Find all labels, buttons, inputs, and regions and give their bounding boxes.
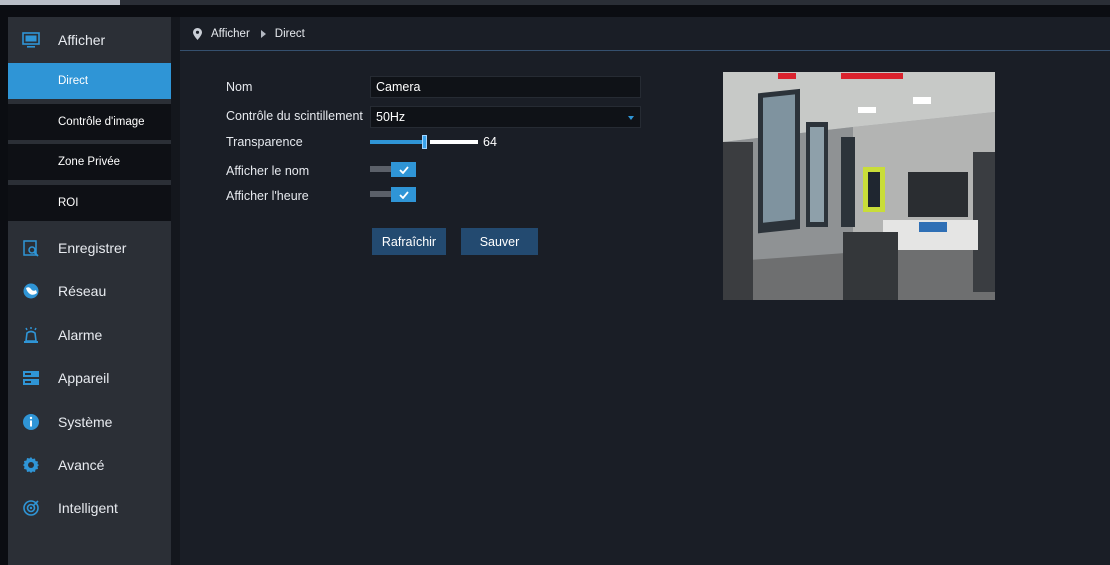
checkmark-icon xyxy=(398,190,409,199)
dropdown-caret-icon xyxy=(628,116,634,120)
show-time-toggle[interactable] xyxy=(370,187,416,202)
slider-track xyxy=(430,140,478,144)
transparency-value: 64 xyxy=(483,135,497,149)
toggle-knob xyxy=(391,187,416,202)
alarm-siren-icon xyxy=(22,326,40,344)
record-search-icon xyxy=(22,239,40,257)
sidebar-subitem-label: Direct xyxy=(58,75,89,87)
main-panel: Afficher Direct Nom Contrôle du scintill… xyxy=(180,17,1110,565)
gear-icon xyxy=(22,456,40,474)
breadcrumb-arrow-icon xyxy=(260,29,266,38)
top-strip-highlight xyxy=(0,0,120,5)
sidebar-item-label: Afficher xyxy=(58,32,106,48)
sidebar-item-label: Alarme xyxy=(58,327,103,343)
sidebar-item-label: Avancé xyxy=(58,457,105,473)
breadcrumb-current: Direct xyxy=(274,27,305,40)
storage-device-icon xyxy=(22,369,40,387)
save-button[interactable]: Sauver xyxy=(461,228,538,255)
flicker-select[interactable]: 50Hz xyxy=(370,106,641,128)
show-time-label: Afficher l'heure xyxy=(226,189,309,203)
sidebar-item-intelligent[interactable]: Intelligent xyxy=(8,490,171,526)
show-name-label: Afficher le nom xyxy=(226,164,310,178)
transparency-label: Transparence xyxy=(226,135,303,149)
sidebar-item-label: Réseau xyxy=(58,283,107,299)
sidebar-subitem-controle-image[interactable]: Contrôle d'image xyxy=(8,104,171,140)
osd-name-overlay xyxy=(778,73,796,79)
osd-time-overlay xyxy=(841,73,903,79)
sidebar-item-appareil[interactable]: Appareil xyxy=(8,360,171,396)
sidebar-item-label: Enregistrer xyxy=(58,240,127,256)
flicker-select-value: 50Hz xyxy=(376,110,406,124)
intelligent-icon xyxy=(22,499,40,517)
sidebar-subitem-label: Zone Privée xyxy=(58,156,121,168)
sidebar-item-label: Système xyxy=(58,414,113,430)
refresh-button[interactable]: Rafraîchir xyxy=(372,228,446,255)
sidebar-item-systeme[interactable]: Système xyxy=(8,404,171,440)
breadcrumb: Afficher Direct xyxy=(180,17,1110,51)
camera-preview-image xyxy=(723,72,995,300)
sidebar-item-enregistrer[interactable]: Enregistrer xyxy=(8,230,171,266)
breadcrumb-root[interactable]: Afficher xyxy=(211,28,250,40)
location-pin-icon xyxy=(193,27,202,40)
sidebar-item-label: Intelligent xyxy=(58,500,118,516)
checkmark-icon xyxy=(398,165,409,174)
toggle-knob xyxy=(391,162,416,177)
sidebar-separator xyxy=(171,17,180,565)
name-label: Nom xyxy=(226,80,253,94)
info-icon xyxy=(22,413,40,431)
sidebar-subitem-direct[interactable]: Direct xyxy=(8,63,171,99)
top-strip xyxy=(0,0,1110,5)
monitor-icon xyxy=(22,31,40,49)
sidebar-item-alarme[interactable]: Alarme xyxy=(8,317,171,353)
sidebar-subitem-zone-privee[interactable]: Zone Privée xyxy=(8,144,171,180)
sidebar-item-label: Appareil xyxy=(58,370,110,386)
sidebar-subitem-label: ROI xyxy=(58,197,79,209)
name-input[interactable] xyxy=(370,76,641,98)
slider-thumb[interactable] xyxy=(422,135,427,149)
sidebar-subitem-roi[interactable]: ROI xyxy=(8,185,171,221)
sidebar-item-avance[interactable]: Avancé xyxy=(8,447,171,483)
sidebar: Afficher Direct Contrôle d'image Zone Pr… xyxy=(8,17,171,565)
show-name-toggle[interactable] xyxy=(370,162,416,177)
camera-preview-scene xyxy=(723,72,995,300)
transparency-slider[interactable] xyxy=(370,135,478,149)
flicker-label: Contrôle du scintillement xyxy=(226,109,363,123)
sidebar-subitem-label: Contrôle d'image xyxy=(58,116,145,128)
globe-icon xyxy=(22,282,40,300)
sidebar-item-reseau[interactable]: Réseau xyxy=(8,273,171,309)
sidebar-item-afficher[interactable]: Afficher xyxy=(8,22,171,58)
slider-fill xyxy=(370,140,422,144)
